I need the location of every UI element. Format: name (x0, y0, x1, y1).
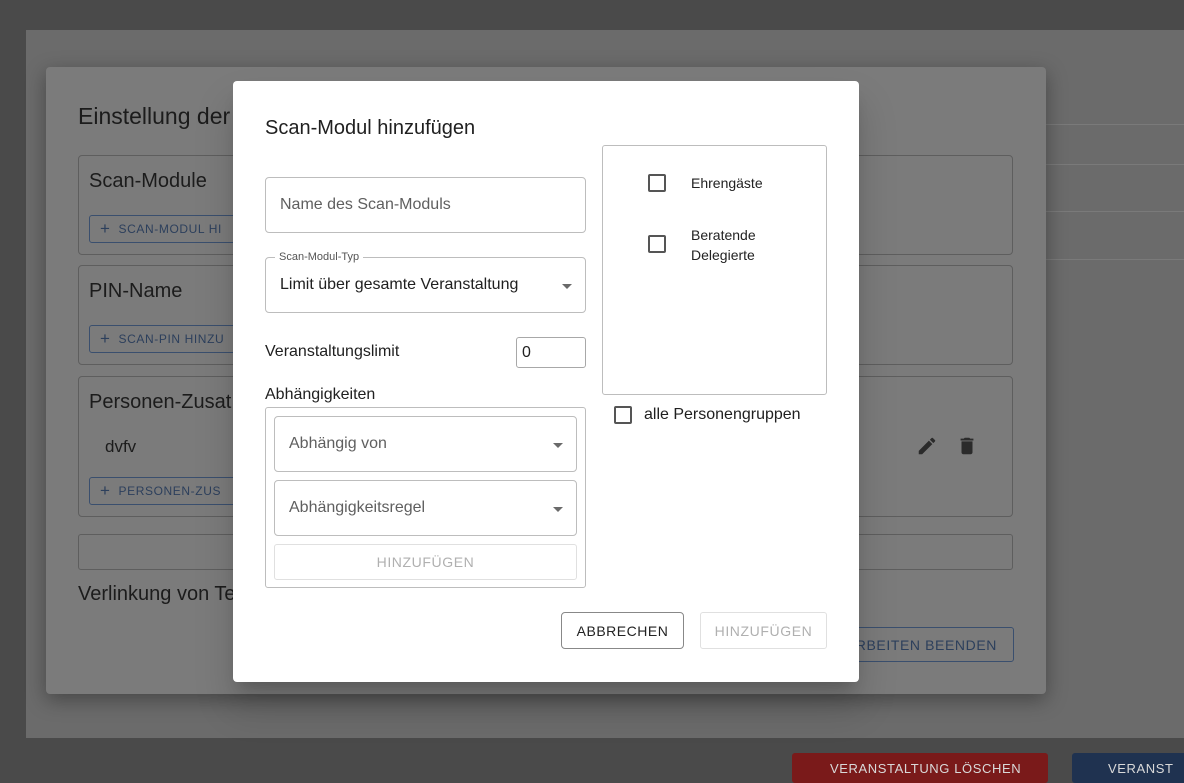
background-divider (1026, 211, 1184, 212)
pin-name-title: PIN-Name (89, 280, 183, 302)
trash-icon[interactable] (956, 435, 978, 459)
dependency-rule-placeholder: Abhängigkeitsregel (289, 499, 426, 516)
person-groups-list: Ehrengäste Beratende Delegierte (602, 145, 827, 395)
all-groups-label: alle Personengruppen (644, 406, 801, 423)
plus-icon: + (100, 219, 111, 238)
event-action-label: VERANST (1108, 760, 1174, 776)
dialog-title: Scan-Modul hinzufügen (265, 117, 476, 139)
dependencies-box: Abhängig von Abhängigkeitsregel HINZUFÜG… (265, 407, 586, 588)
submit-add-label: HINZUFÜGEN (714, 622, 813, 639)
edit-icon[interactable] (916, 435, 938, 459)
all-groups-checkbox[interactable] (614, 406, 632, 424)
scan-module-name-placeholder: Name des Scan-Moduls (280, 196, 451, 213)
delete-event-label: VERANSTALTUNG LÖSCHEN (830, 760, 1022, 776)
add-scan-module-dialog: Scan-Modul hinzufügen Name des Scan-Modu… (233, 81, 859, 682)
chevron-down-icon (553, 443, 563, 448)
dependency-rule-select[interactable]: Abhängigkeitsregel (274, 480, 577, 536)
linking-title: Verlinkung von Te (78, 583, 236, 605)
finish-editing-button[interactable]: RBEITEN BEENDEN (836, 627, 1014, 662)
add-dependency-button[interactable]: HINZUFÜGEN (274, 544, 577, 580)
chevron-down-icon (553, 507, 563, 512)
delete-event-button[interactable]: VERANSTALTUNG LÖSCHEN (792, 753, 1048, 783)
person-extras-title: Personen-Zusat (89, 391, 232, 413)
event-action-button[interactable]: VERANST (1072, 753, 1184, 783)
depends-on-placeholder: Abhängig von (289, 435, 387, 452)
dependencies-label: Abhängigkeiten (265, 386, 376, 403)
plus-icon: + (100, 329, 111, 348)
event-limit-label: Veranstaltungslimit (265, 343, 400, 360)
scan-module-type-select[interactable]: Scan-Modul-Typ Limit über gesamte Verans… (265, 251, 586, 313)
settings-dialog-title: Einstellung der (78, 103, 231, 129)
background-divider (1026, 124, 1184, 125)
person-extra-item: dvfv (105, 437, 137, 456)
depends-on-select[interactable]: Abhängig von (274, 416, 577, 472)
scan-module-type-label: Scan-Modul-Typ (275, 251, 364, 263)
group-label-beratende-delegierte: Beratende Delegierte (691, 227, 756, 263)
background-divider (1026, 164, 1184, 165)
group-label-ehrengaeste: Ehrengäste (691, 175, 763, 191)
finish-editing-label: RBEITEN BEENDEN (855, 636, 997, 653)
add-dependency-label: HINZUFÜGEN (376, 554, 475, 570)
submit-add-button[interactable]: HINZUFÜGEN (700, 612, 827, 649)
chevron-down-icon (562, 284, 572, 289)
add-scan-module-label: SCAN-MODUL HI (118, 222, 222, 236)
scan-module-name-field[interactable]: Name des Scan-Moduls (265, 177, 586, 233)
group-checkbox-beratende-delegierte[interactable] (648, 235, 666, 253)
cancel-label: ABBRECHEN (576, 622, 669, 639)
cancel-button[interactable]: ABBRECHEN (561, 612, 684, 649)
scan-modules-title: Scan-Module (89, 170, 207, 192)
add-person-extra-label: PERSONEN-ZUS (118, 484, 222, 498)
background-divider (1026, 259, 1184, 260)
scan-module-type-value: Limit über gesamte Veranstaltung (280, 276, 519, 293)
group-checkbox-ehrengaeste[interactable] (648, 174, 666, 192)
plus-icon: + (100, 481, 111, 500)
event-limit-input[interactable]: 0 (516, 337, 586, 368)
add-scan-pin-label: SCAN-PIN HINZU (118, 332, 225, 346)
